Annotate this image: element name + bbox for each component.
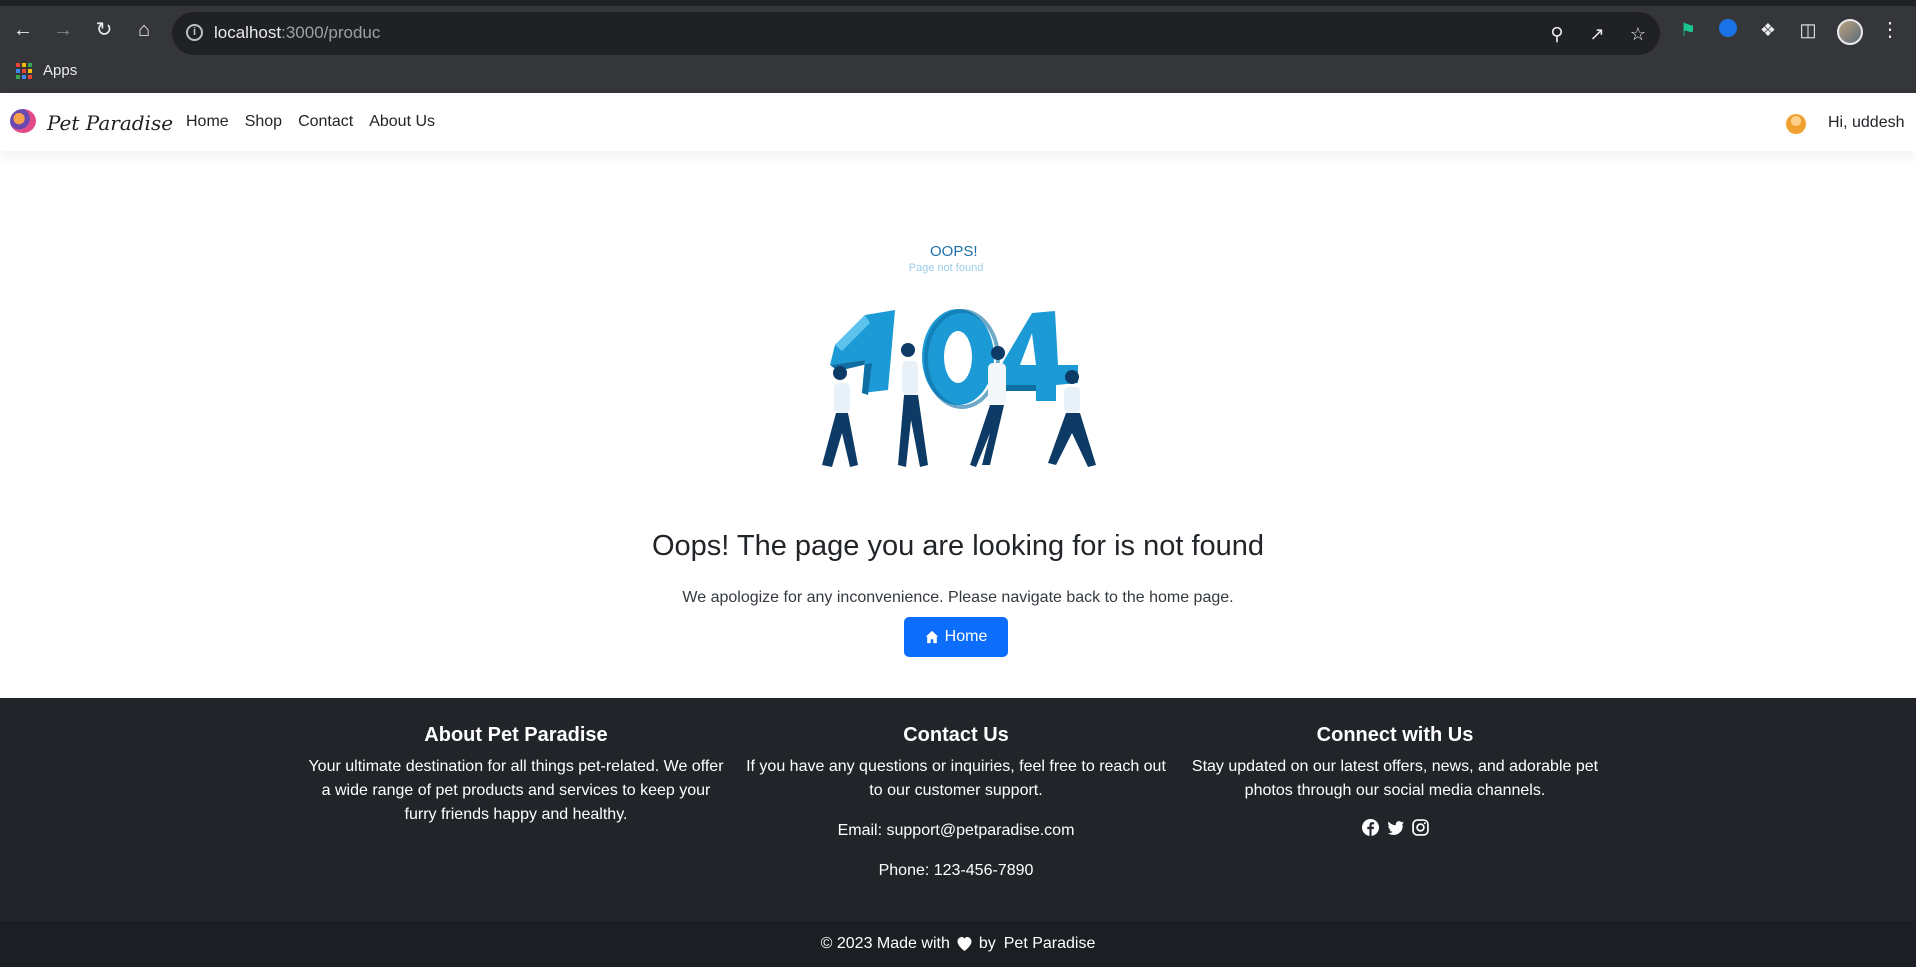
forward-icon[interactable]: → <box>51 18 75 42</box>
page-not-found-subtitle: Page not found <box>908 262 984 274</box>
footer-contact-title: Contact Us <box>903 724 1009 746</box>
nav-link-shop[interactable]: Shop <box>245 113 282 131</box>
footer-connect: Connect with Us Stay updated on our late… <box>1185 724 1605 836</box>
browser-toolbar: ← → ↻ ⌂ i localhost:3000/produc ⚲ ↗ ☆ ⚑ … <box>0 0 1916 55</box>
footer-phone[interactable]: Phone: 123-456-7890 <box>746 859 1166 883</box>
footer-contact: Contact Us If you have any questions or … <box>746 724 1166 883</box>
oops-heading: OOPS! <box>930 243 978 260</box>
extension-icon[interactable]: ⚑ <box>1677 19 1699 41</box>
user-greeting[interactable]: Hi, uddesh <box>1828 114 1905 132</box>
apps-grid-icon[interactable] <box>16 63 32 79</box>
not-found-title: Oops! The page you are looking for is no… <box>651 530 1265 562</box>
site-info-icon[interactable]: i <box>186 24 203 41</box>
social-links <box>1185 819 1605 836</box>
profile-avatar[interactable] <box>1837 19 1863 45</box>
copyright-prefix: © 2023 Made with <box>820 935 950 952</box>
home-icon[interactable]: ⌂ <box>132 18 156 42</box>
404-illustration <box>822 309 1096 467</box>
reload-icon[interactable]: ↻ <box>92 18 116 42</box>
nav-link-home[interactable]: Home <box>186 113 229 131</box>
twitter-icon[interactable] <box>1387 819 1404 836</box>
copyright-by: by <box>978 935 996 952</box>
copyright-brand: Pet Paradise <box>1003 935 1096 952</box>
digit-four-left <box>830 310 895 395</box>
footer-connect-title: Connect with Us <box>1316 724 1474 746</box>
brand-logo[interactable] <box>10 109 36 133</box>
footer-about-text: Your ultimate destination for all things… <box>308 758 724 823</box>
apps-bookmark[interactable]: Apps <box>43 62 77 79</box>
bookmarks-bar: Apps <box>0 55 1916 93</box>
user-avatar[interactable] <box>1786 114 1806 134</box>
nav-links: Home Shop Contact About Us <box>186 113 435 131</box>
instagram-icon[interactable] <box>1411 819 1429 836</box>
footer-about: About Pet Paradise Your ultimate destina… <box>306 724 726 827</box>
side-panel-icon[interactable]: ◫ <box>1797 19 1819 41</box>
puzzle-icon[interactable]: ❖ <box>1757 19 1779 41</box>
footer-about-title: About Pet Paradise <box>424 724 608 746</box>
brand-name[interactable]: Pet Paradise <box>47 111 173 135</box>
share-icon[interactable]: ↗ <box>1586 23 1608 45</box>
back-icon[interactable]: ← <box>11 18 35 42</box>
zoom-icon[interactable]: ⚲ <box>1546 23 1568 45</box>
address-bar[interactable]: i localhost:3000/produc ⚲ ↗ ☆ <box>172 12 1660 55</box>
nav-link-contact[interactable]: Contact <box>298 113 353 131</box>
digit-zero <box>922 309 1000 409</box>
footer-connect-text: Stay updated on our latest offers, news,… <box>1191 758 1599 799</box>
house-icon <box>925 630 938 644</box>
home-button-label: Home <box>944 628 988 645</box>
not-found-message: We apologize for any inconvenience. Plea… <box>682 589 1234 606</box>
kebab-menu-icon[interactable]: ⋮ <box>1880 19 1900 41</box>
footer-contact-text: If you have any questions or inquiries, … <box>746 758 1166 799</box>
site-footer: About Pet Paradise Your ultimate destina… <box>0 698 1916 921</box>
nav-link-about[interactable]: About Us <box>369 113 435 131</box>
footer-email[interactable]: Email: support@petparadise.com <box>746 819 1166 843</box>
facebook-icon[interactable] <box>1361 819 1379 836</box>
copyright-bar: © 2023 Made with by Pet Paradise <box>0 921 1916 967</box>
heart-icon <box>957 937 972 951</box>
home-button[interactable]: Home <box>904 617 1008 657</box>
digit-four-right <box>998 311 1078 401</box>
extension-icon[interactable] <box>1717 19 1739 41</box>
site-navbar: Pet Paradise Home Shop Contact About Us … <box>0 93 1916 151</box>
url-text[interactable]: localhost:3000/produc <box>214 23 380 43</box>
bookmark-star-icon[interactable]: ☆ <box>1627 23 1649 45</box>
